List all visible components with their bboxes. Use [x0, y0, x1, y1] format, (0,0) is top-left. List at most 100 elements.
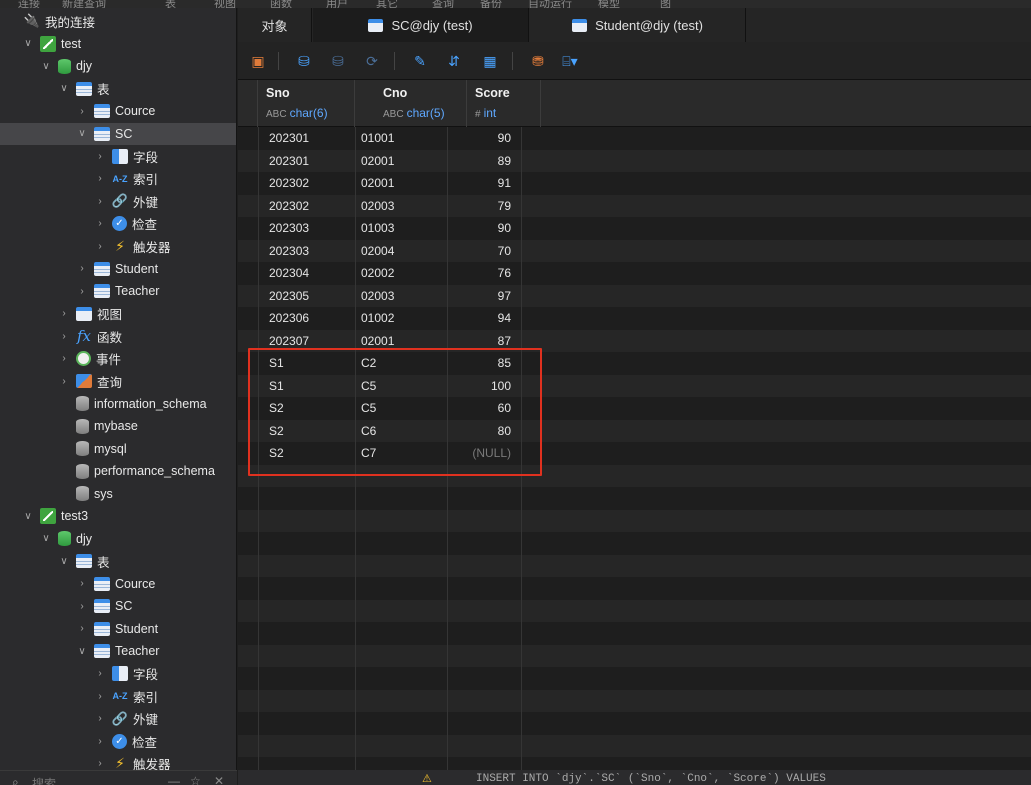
top-menu-item[interactable]: 函数 — [270, 0, 292, 8]
top-menu-item[interactable]: 自动运行 — [528, 0, 572, 8]
table-row[interactable]: 202301 02001 89 — [238, 149, 1031, 173]
minus-icon[interactable]: — — [168, 774, 180, 785]
table-cell-cno[interactable]: 02003 — [361, 285, 441, 308]
sidebar-item-table-sc[interactable]: › SC — [0, 595, 236, 617]
table-row[interactable]: S2 C6 80 — [238, 419, 1031, 443]
sidebar-item-database-other[interactable]: information_schema — [0, 393, 236, 415]
table-cell-sno[interactable]: S1 — [269, 375, 349, 398]
sidebar-item-database-other[interactable]: mysql — [0, 438, 236, 460]
chevron-right-icon[interactable]: › — [76, 280, 88, 302]
edit-icon[interactable]: ✎ — [410, 51, 430, 71]
exit-edit-icon[interactable]: ▣ — [248, 51, 268, 71]
chevron-right-icon[interactable]: › — [94, 663, 106, 685]
table-row[interactable]: 202305 02003 97 — [238, 284, 1031, 308]
chevron-right-icon[interactable]: › — [94, 190, 106, 212]
sidebar-search-bar[interactable]: ⌕ 搜索 — ☆ ✕ — [0, 770, 237, 785]
table-cell-sno[interactable]: 202306 — [269, 307, 349, 330]
top-menu-item[interactable]: 用户 — [326, 0, 348, 8]
table-row[interactable]: S2 C5 60 — [238, 397, 1031, 420]
table-cell-cno[interactable]: 02001 — [361, 330, 441, 353]
table-cell-sno[interactable]: 202305 — [269, 285, 349, 308]
sidebar-item-table-cource[interactable]: › Cource — [0, 100, 236, 122]
table-cell-cno[interactable]: C2 — [361, 352, 441, 375]
table-cell-cno[interactable]: 02002 — [361, 262, 441, 285]
chevron-right-icon[interactable]: › — [94, 235, 106, 257]
table-row[interactable]: 202301 01001 90 — [238, 127, 1031, 150]
sidebar-item-database-other[interactable]: performance_schema — [0, 460, 236, 482]
chevron-right-icon[interactable]: › — [94, 730, 106, 752]
sidebar-item-tables-folder[interactable]: ∨ 表 — [0, 78, 236, 100]
table-row[interactable]: 202307 02001 87 — [238, 329, 1031, 353]
table-cell-score[interactable]: 80 — [453, 420, 511, 443]
table-row[interactable]: S1 C5 100 — [238, 374, 1031, 398]
top-menu-item[interactable]: 其它 — [376, 0, 398, 8]
sidebar-item-queries-folder[interactable]: › 查询 — [0, 370, 236, 392]
column-header-sno[interactable]: Sno ABC char(6) — [258, 80, 355, 127]
table-cell-sno[interactable]: 202307 — [269, 330, 349, 353]
chevron-right-icon[interactable]: › — [76, 258, 88, 280]
chevron-right-icon[interactable]: › — [76, 595, 88, 617]
table-cell-cno[interactable]: 01001 — [361, 127, 441, 150]
top-menu-item[interactable]: 视图 — [214, 0, 236, 8]
chevron-right-icon[interactable]: › — [94, 168, 106, 190]
sidebar-item-sc-fields[interactable]: › 字段 — [0, 145, 236, 167]
sidebar-item-database-other[interactable]: mybase — [0, 415, 236, 437]
tools-dropdown-icon[interactable]: ⌸▾ — [560, 51, 580, 71]
table-row[interactable]: 202303 01003 90 — [238, 217, 1031, 240]
top-menu-item[interactable]: 备份 — [480, 0, 502, 8]
delete-record-icon[interactable]: ⛁ — [328, 51, 348, 71]
table-row[interactable]: 202304 02002 76 — [238, 262, 1031, 285]
table-cell-sno[interactable]: 202303 — [269, 217, 349, 240]
table-cell-cno[interactable]: C5 — [361, 397, 441, 420]
chevron-down-icon[interactable]: ∨ — [22, 505, 34, 527]
table-cell-cno[interactable]: C6 — [361, 420, 441, 443]
chevron-down-icon[interactable]: ∨ — [58, 78, 70, 100]
sidebar-item-sc-foreign-keys[interactable]: › 🔗 外键 — [0, 190, 236, 212]
table-cell-cno[interactable]: C5 — [361, 375, 441, 398]
sidebar-item-connection-test3[interactable]: ∨ test3 — [0, 505, 236, 527]
table-cell-cno[interactable]: 01003 — [361, 217, 441, 240]
chevron-right-icon[interactable]: › — [58, 303, 70, 325]
chevron-down-icon[interactable]: ∨ — [22, 33, 34, 55]
table-cell-cno[interactable]: C7 — [361, 442, 441, 465]
column-header-cno[interactable]: Cno ABC char(5) — [375, 80, 467, 127]
sidebar-item-teacher-fields[interactable]: › 字段 — [0, 663, 236, 685]
sidebar-item-sc-triggers[interactable]: › ⚡ 触发器 — [0, 235, 236, 257]
tab-objects[interactable]: 对象 — [238, 8, 312, 42]
chevron-right-icon[interactable]: › — [76, 100, 88, 122]
top-menu-item[interactable]: 模型 — [598, 0, 620, 8]
table-cell-sno[interactable]: S2 — [269, 442, 349, 465]
table-cell-score[interactable]: 90 — [453, 217, 511, 240]
table-cell-score[interactable]: 97 — [453, 285, 511, 308]
sidebar-item-table-student[interactable]: › Student — [0, 618, 236, 640]
table-cell-sno[interactable]: S2 — [269, 420, 349, 443]
sidebar-item-tables-folder[interactable]: ∨ 表 — [0, 550, 236, 572]
table-cell-sno[interactable]: 202303 — [269, 240, 349, 263]
top-menu-item[interactable]: 图 — [660, 0, 671, 8]
table-cell-score[interactable]: 90 — [453, 127, 511, 150]
table-cell-score[interactable]: 89 — [453, 150, 511, 173]
table-cell-cno[interactable]: 02001 — [361, 150, 441, 173]
refresh-icon[interactable]: ⟳ — [362, 51, 382, 71]
table-cell-sno[interactable]: S2 — [269, 397, 349, 420]
table-cell-score[interactable]: 60 — [453, 397, 511, 420]
chevron-right-icon[interactable]: › — [94, 685, 106, 707]
table-cell-score[interactable]: 91 — [453, 172, 511, 195]
table-cell-score[interactable]: 79 — [453, 195, 511, 218]
sidebar-item-table-teacher[interactable]: › Teacher — [0, 280, 236, 302]
sidebar-item-table-sc[interactable]: ∨ SC — [0, 122, 236, 145]
table-cell-score[interactable]: 87 — [453, 330, 511, 353]
chevron-down-icon[interactable]: ∨ — [40, 55, 52, 77]
chevron-right-icon[interactable]: › — [94, 213, 106, 235]
table-cell-sno[interactable]: 202301 — [269, 150, 349, 173]
sidebar-item-sc-indexes[interactable]: › A-Z 索引 — [0, 168, 236, 190]
table-row[interactable]: 202302 02003 79 — [238, 194, 1031, 218]
sidebar-item-table-teacher[interactable]: ∨ Teacher — [0, 640, 236, 662]
sidebar-item-functions-folder[interactable]: › fx 函数 — [0, 325, 236, 347]
chevron-down-icon[interactable]: ∨ — [76, 123, 88, 145]
table-cell-score[interactable]: (NULL) — [453, 442, 511, 465]
chevron-right-icon[interactable]: › — [58, 348, 70, 370]
chevron-right-icon[interactable]: › — [76, 573, 88, 595]
table-row[interactable]: S2 C7 (NULL) — [238, 442, 1031, 465]
chevron-down-icon[interactable]: ∨ — [58, 550, 70, 572]
